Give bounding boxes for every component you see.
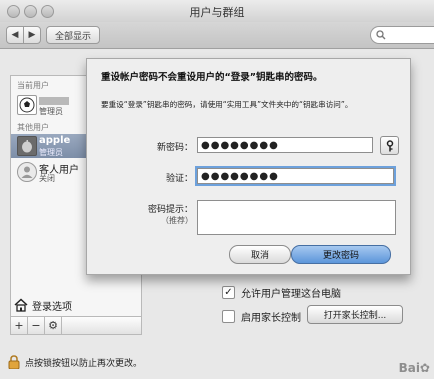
user-list-actions: + − ⚙: [10, 316, 142, 335]
lock-footer: 点按锁按钮以防止再次更改。: [8, 355, 143, 370]
search-icon: [376, 30, 386, 40]
toolbar: ◀ ▶ 全部显示: [0, 22, 434, 49]
user-name: apple: [39, 135, 71, 146]
change-password-button[interactable]: 更改密码: [291, 245, 391, 264]
house-icon: [14, 298, 28, 312]
gear-menu-button[interactable]: ⚙: [45, 317, 62, 334]
remove-user-button[interactable]: −: [28, 317, 45, 334]
show-all-button[interactable]: 全部显示: [46, 26, 100, 44]
soccer-ball-avatar: [17, 95, 37, 115]
user-role: 管理员: [39, 148, 63, 157]
allow-admin-label: 允许用户管理这台电脑: [241, 289, 341, 300]
current-user-role: 管理员: [39, 107, 63, 116]
user-role: 关闭: [39, 174, 55, 183]
current-user-header: 当前用户: [17, 81, 49, 90]
title-bar: 用户与群组: [0, 0, 434, 23]
apple-avatar: [17, 136, 37, 156]
password-hint-label: 密码提示：: [147, 205, 193, 215]
watermark-logo: Bai✿: [398, 361, 430, 375]
key-icon: [386, 139, 393, 151]
allow-admin-row[interactable]: ✓ 允许用户管理这台电脑: [222, 285, 341, 300]
password-assistant-button[interactable]: [380, 136, 399, 155]
guest-user-icon: [17, 162, 37, 182]
search-field[interactable]: [370, 26, 434, 44]
new-password-label: 新密码：: [156, 143, 193, 153]
login-options-item[interactable]: 登录选项: [10, 295, 140, 315]
add-user-button[interactable]: +: [11, 317, 28, 334]
sheet-description: 要重设“登录”钥匙串的密码，请使用“实用工具”文件夹中的“钥匙串访问”。: [101, 100, 353, 109]
allow-admin-checkbox[interactable]: ✓: [222, 286, 235, 299]
parental-controls-label: 启用家长控制: [241, 313, 301, 324]
current-user-name-blurred: [39, 97, 69, 105]
parental-controls-checkbox[interactable]: [222, 310, 235, 323]
forward-button[interactable]: ▶: [23, 26, 41, 44]
lock-instruction-text: 点按锁按钮以防止再次更改。: [25, 358, 143, 369]
back-button[interactable]: ◀: [6, 26, 24, 44]
login-options-label: 登录选项: [32, 301, 72, 313]
other-users-header: 其他用户: [17, 123, 49, 132]
cancel-button[interactable]: 取消: [229, 245, 291, 264]
verify-label: 验证：: [165, 174, 193, 184]
change-password-sheet: 重设帐户密码不会重设用户的“登录”钥匙串的密码。 要重设“登录”钥匙串的密码，请…: [86, 58, 411, 275]
window-title: 用户与群组: [189, 6, 245, 19]
open-parental-controls-button[interactable]: 打开家长控制...: [307, 305, 403, 324]
verify-password-field[interactable]: ●●●●●●●●: [195, 166, 396, 186]
sheet-heading: 重设帐户密码不会重设用户的“登录”钥匙串的密码。: [101, 72, 323, 83]
new-password-field[interactable]: ●●●●●●●●: [197, 137, 373, 153]
password-hint-field[interactable]: [197, 200, 396, 235]
parental-controls-row[interactable]: 启用家长控制: [222, 309, 301, 324]
password-hint-sublabel: （推荐）: [161, 216, 193, 225]
lock-icon[interactable]: [8, 355, 20, 370]
